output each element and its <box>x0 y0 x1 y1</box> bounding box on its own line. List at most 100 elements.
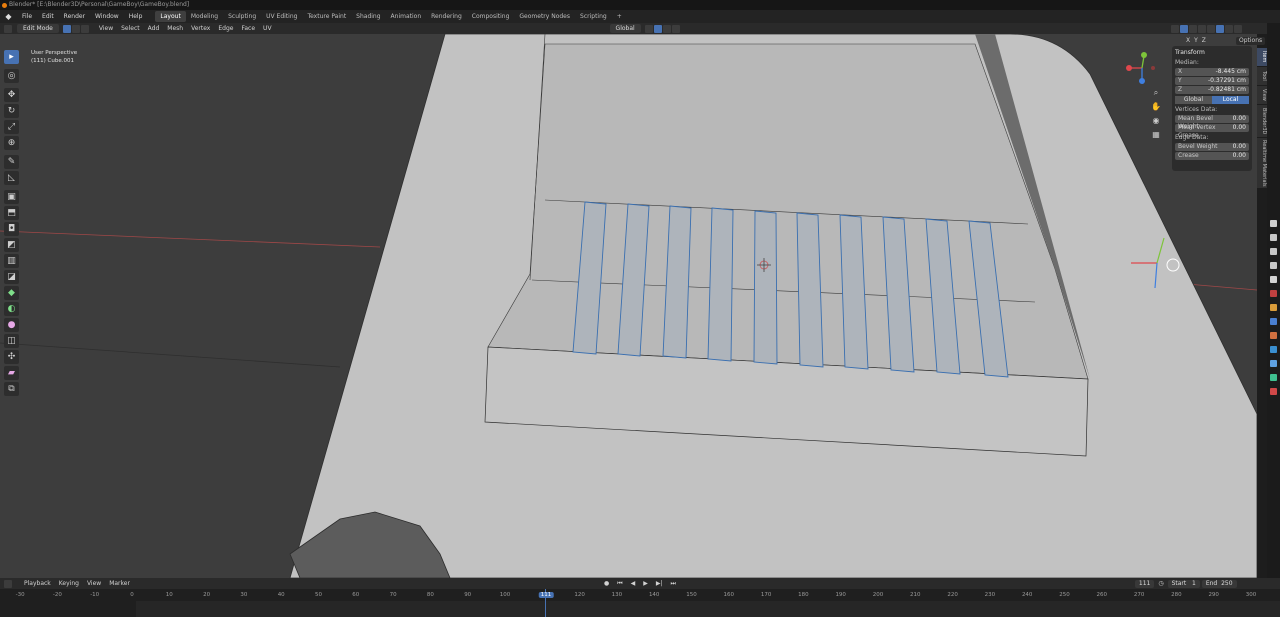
tab-sculpting[interactable]: Sculpting <box>223 11 261 22</box>
menu-file[interactable]: File <box>17 10 37 23</box>
edge-slide-tool-icon[interactable]: ◫ <box>4 334 19 348</box>
add-cube-tool-icon[interactable]: ▣ <box>4 190 19 204</box>
tab-rendering[interactable]: Rendering <box>426 11 467 22</box>
transform-section-header[interactable]: Transform <box>1175 48 1249 57</box>
pivot-point-icon[interactable] <box>644 24 653 33</box>
data-properties-icon[interactable] <box>1270 374 1277 381</box>
timeline-editor-type-icon[interactable] <box>4 579 12 588</box>
smooth-tool-icon[interactable]: ● <box>4 318 19 332</box>
shading-rendered-icon[interactable] <box>1233 24 1242 33</box>
crease-field[interactable]: Crease 0.00 <box>1175 152 1249 160</box>
shading-solid-icon[interactable] <box>1215 24 1224 33</box>
object-properties-icon[interactable] <box>1270 304 1277 311</box>
mean-vertex-crease-field[interactable]: Mean Vertex Crease 0.00 <box>1175 124 1249 139</box>
poly-build-tool-icon[interactable]: ◆ <box>4 286 19 300</box>
mean-bevel-weight-field[interactable]: Mean Bevel Weight 0.00 <box>1175 115 1249 130</box>
menu-help[interactable]: Help <box>124 10 148 23</box>
gizmo-toggle-icon[interactable] <box>1179 24 1188 33</box>
3d-viewport[interactable] <box>0 34 1257 578</box>
spin-tool-icon[interactable]: ◐ <box>4 302 19 316</box>
menu-marker[interactable]: Marker <box>105 578 134 589</box>
median-z-field[interactable]: Z -0.82481 cm <box>1175 86 1249 94</box>
tab-modeling[interactable]: Modeling <box>186 11 223 22</box>
physics-properties-icon[interactable] <box>1270 346 1277 353</box>
tab-layout[interactable]: Layout <box>155 11 186 22</box>
tab-realtime-materials[interactable]: Realtime Materials <box>1257 138 1267 188</box>
render-properties-icon[interactable] <box>1270 234 1277 241</box>
menu-window[interactable]: Window <box>90 10 124 23</box>
transform-orientation-dropdown[interactable]: Global <box>609 24 641 33</box>
cursor-tool-icon[interactable]: ◎ <box>4 69 19 83</box>
face-select-icon[interactable] <box>80 24 89 33</box>
visibility-icon[interactable] <box>1170 24 1179 33</box>
local-button[interactable]: Local <box>1212 96 1249 104</box>
options-dropdown[interactable]: Options <box>1236 37 1266 45</box>
bevel-tool-icon[interactable]: ◩ <box>4 238 19 252</box>
shading-wireframe-icon[interactable] <box>1206 24 1215 33</box>
pan-hand-icon[interactable]: ✋ <box>1150 101 1162 113</box>
tab-tool[interactable]: Tool <box>1257 67 1267 85</box>
snap-target-icon[interactable] <box>662 24 671 33</box>
menu-face[interactable]: Face <box>237 23 259 34</box>
tool-properties-icon[interactable] <box>1270 220 1277 227</box>
constraint-properties-icon[interactable] <box>1270 360 1277 367</box>
jump-start-icon[interactable]: ⏮ <box>613 578 626 589</box>
move-tool-icon[interactable]: ✥ <box>4 88 19 102</box>
tab-view[interactable]: View <box>1257 86 1267 104</box>
tab-compositing[interactable]: Compositing <box>467 11 515 22</box>
output-properties-icon[interactable] <box>1270 248 1277 255</box>
inset-tool-icon[interactable]: ◘ <box>4 222 19 236</box>
tab-scripting[interactable]: Scripting <box>575 11 612 22</box>
shading-material-icon[interactable] <box>1224 24 1233 33</box>
tab-blender3d[interactable]: Blender3D <box>1257 105 1267 137</box>
rip-tool-icon[interactable]: ⧉ <box>4 382 19 396</box>
world-properties-icon[interactable] <box>1270 290 1277 297</box>
knife-tool-icon[interactable]: ◪ <box>4 270 19 284</box>
mode-selector[interactable]: Edit Mode <box>17 24 59 33</box>
menu-view[interactable]: View <box>95 23 117 34</box>
menu-edit[interactable]: Edit <box>37 10 59 23</box>
median-y-field[interactable]: Y -0.37291 cm <box>1175 77 1249 85</box>
ortho-toggle-icon[interactable]: ▦ <box>1150 129 1162 141</box>
menu-timeline-view[interactable]: View <box>83 578 105 589</box>
navigation-gizmo[interactable] <box>1120 48 1172 88</box>
end-frame-field[interactable]: End 250 <box>1201 579 1237 588</box>
zoom-icon[interactable]: ⌕ <box>1150 87 1162 99</box>
blender-menu-icon[interactable]: ◆ <box>4 12 13 21</box>
overlay-icon[interactable] <box>1188 24 1197 33</box>
play-icon[interactable]: ▶ <box>639 578 652 589</box>
view-layer-properties-icon[interactable] <box>1270 262 1277 269</box>
global-button[interactable]: Global <box>1175 96 1212 104</box>
start-frame-field[interactable]: Start 1 <box>1167 579 1200 588</box>
menu-render[interactable]: Render <box>59 10 90 23</box>
camera-view-icon[interactable]: ◉ <box>1150 115 1162 127</box>
tab-animation[interactable]: Animation <box>386 11 427 22</box>
axis-z-toggle[interactable]: Z <box>1202 37 1206 44</box>
editor-type-icon[interactable] <box>4 24 12 33</box>
shear-tool-icon[interactable]: ▰ <box>4 366 19 380</box>
scale-tool-icon[interactable]: ⤢ <box>4 120 19 134</box>
tab-shading[interactable]: Shading <box>351 11 385 22</box>
next-keyframe-icon[interactable]: ▶| <box>652 578 667 589</box>
axis-x-toggle[interactable]: X <box>1186 37 1190 44</box>
tab-item[interactable]: Item <box>1257 48 1267 66</box>
rotate-tool-icon[interactable]: ↻ <box>4 104 19 118</box>
edge-select-icon[interactable] <box>71 24 80 33</box>
menu-playback[interactable]: Playback <box>20 578 55 589</box>
menu-keying[interactable]: Keying <box>55 578 83 589</box>
xray-icon[interactable] <box>1197 24 1206 33</box>
annotate-tool-icon[interactable]: ✎ <box>4 155 19 169</box>
vertex-select-icon[interactable] <box>62 24 71 33</box>
transform-tool-icon[interactable]: ⊕ <box>4 136 19 150</box>
clock-icon[interactable]: ◷ <box>1154 578 1167 589</box>
jump-end-icon[interactable]: ⏭ <box>666 578 679 589</box>
scene-properties-icon[interactable] <box>1270 276 1277 283</box>
loop-cut-tool-icon[interactable]: ▥ <box>4 254 19 268</box>
tab-texture-paint[interactable]: Texture Paint <box>302 11 351 22</box>
modifier-properties-icon[interactable] <box>1270 318 1277 325</box>
axis-y-toggle[interactable]: Y <box>1194 37 1198 44</box>
menu-mesh[interactable]: Mesh <box>163 23 187 34</box>
timeline-ruler[interactable]: -30 -20 -10 0 10 20 30 40 50 60 70 80 90 100 111 120 130… <box>0 589 1280 617</box>
particle-properties-icon[interactable] <box>1270 332 1277 339</box>
material-properties-icon[interactable] <box>1270 388 1277 395</box>
